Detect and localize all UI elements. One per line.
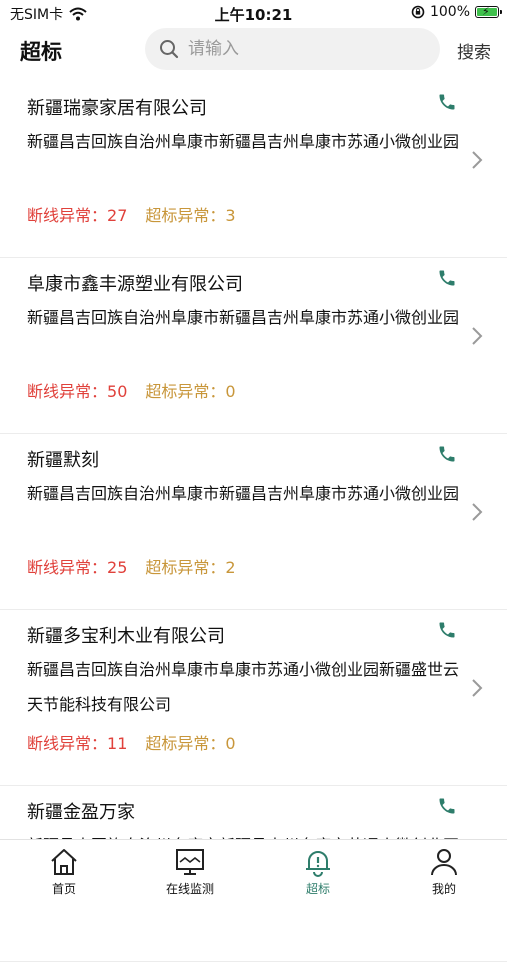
search-button[interactable]: 搜索 — [457, 38, 491, 63]
list-item[interactable]: 新疆瑞豪家居有限公司 新疆昌吉回族自治州阜康市新疆昌吉州阜康市苏通小微创业园 断… — [0, 82, 507, 258]
company-address: 新疆昌吉回族自治州阜康市新疆昌吉州阜康市苏通小微创业园 — [27, 308, 460, 327]
over-label: 超标异常： — [145, 382, 226, 401]
over-count: 2 — [225, 558, 236, 577]
company-address: 新疆昌吉回族自治州阜康市新疆昌吉州阜康市苏通小微创业园 — [27, 484, 460, 503]
offline-label: 断线异常： — [27, 382, 108, 401]
offline-count: 27 — [107, 206, 128, 225]
company-address: 新疆昌吉回族自治州阜康市新疆昌吉州阜康市苏通小微创业园 — [27, 132, 460, 151]
monitor-icon — [176, 849, 204, 875]
tab-profile[interactable]: 我的 — [394, 846, 494, 897]
enterprise-list: 新疆瑞豪家居有限公司 新疆昌吉回族自治州阜康市新疆昌吉州阜康市苏通小微创业园 断… — [0, 82, 507, 962]
alarm-bell-icon — [306, 851, 330, 877]
battery-icon: ⚡ — [475, 5, 502, 18]
company-name: 新疆金盈万家 — [27, 802, 135, 823]
company-name: 新疆默刻 — [27, 450, 99, 471]
tab-label: 我的 — [431, 882, 456, 896]
tab-alarm[interactable]: 超标 — [268, 846, 368, 897]
tab-label: 在线监测 — [165, 882, 214, 896]
over-label: 超标异常： — [145, 206, 226, 225]
company-address: 新疆昌吉回族自治州阜康市阜康市苏通小微创业园新疆盛世云天节能科技有限公司 — [27, 660, 460, 714]
home-icon — [51, 849, 77, 875]
status-right: 100% ⚡ — [411, 4, 502, 20]
phone-icon[interactable] — [437, 796, 457, 816]
tab-label: 超标 — [305, 882, 330, 896]
over-count: 0 — [225, 382, 236, 401]
page-title: 超标 — [20, 40, 62, 64]
list-item[interactable]: 新疆默刻 新疆昌吉回族自治州阜康市新疆昌吉州阜康市苏通小微创业园 断线异常：25… — [0, 434, 507, 610]
chevron-right-icon — [472, 327, 483, 345]
search-box[interactable] — [145, 28, 440, 70]
over-label: 超标异常： — [145, 734, 226, 753]
status-bar: 无SIM卡 上午10:21 100% ⚡ — [0, 0, 507, 26]
offline-count: 50 — [107, 382, 128, 401]
offline-count: 25 — [107, 558, 128, 577]
chevron-right-icon — [472, 503, 483, 521]
over-label: 超标异常： — [145, 558, 226, 577]
battery-percent: 100% — [429, 4, 470, 20]
phone-icon[interactable] — [437, 92, 457, 112]
company-name: 阜康市鑫丰源塑业有限公司 — [27, 274, 243, 295]
user-icon — [431, 849, 457, 876]
tab-bar: 首页 在线监测 超标 我的 — [0, 839, 507, 901]
charging-bolt-icon: ⚡ — [482, 5, 490, 18]
tab-home[interactable]: 首页 — [14, 846, 114, 897]
phone-icon[interactable] — [437, 268, 457, 288]
orientation-lock-icon — [411, 5, 425, 19]
offline-label: 断线异常： — [27, 206, 108, 225]
tab-monitor[interactable]: 在线监测 — [140, 846, 240, 897]
list-item[interactable]: 新疆多宝利木业有限公司 新疆昌吉回族自治州阜康市阜康市苏通小微创业园新疆盛世云天… — [0, 610, 507, 786]
tab-label: 首页 — [51, 882, 76, 896]
offline-label: 断线异常： — [27, 734, 108, 753]
alarm-stats: 断线异常：25 超标异常：2 — [27, 554, 236, 578]
over-count: 0 — [225, 734, 236, 753]
company-name: 新疆多宝利木业有限公司 — [27, 626, 225, 647]
company-name: 新疆瑞豪家居有限公司 — [27, 98, 207, 119]
phone-icon[interactable] — [437, 444, 457, 464]
alarm-stats: 断线异常：50 超标异常：0 — [27, 378, 236, 402]
search-input[interactable] — [186, 38, 430, 60]
phone-icon[interactable] — [437, 620, 457, 640]
search-icon — [160, 40, 179, 59]
offline-count: 11 — [107, 734, 128, 753]
alarm-stats: 断线异常：27 超标异常：3 — [27, 202, 236, 226]
list-item[interactable]: 阜康市鑫丰源塑业有限公司 新疆昌吉回族自治州阜康市新疆昌吉州阜康市苏通小微创业园… — [0, 258, 507, 434]
alarm-stats: 断线异常：11 超标异常：0 — [27, 730, 236, 754]
over-count: 3 — [225, 206, 236, 225]
header: 超标 搜索 — [0, 28, 507, 72]
offline-label: 断线异常： — [27, 558, 108, 577]
chevron-right-icon — [472, 679, 483, 697]
chevron-right-icon — [472, 151, 483, 169]
